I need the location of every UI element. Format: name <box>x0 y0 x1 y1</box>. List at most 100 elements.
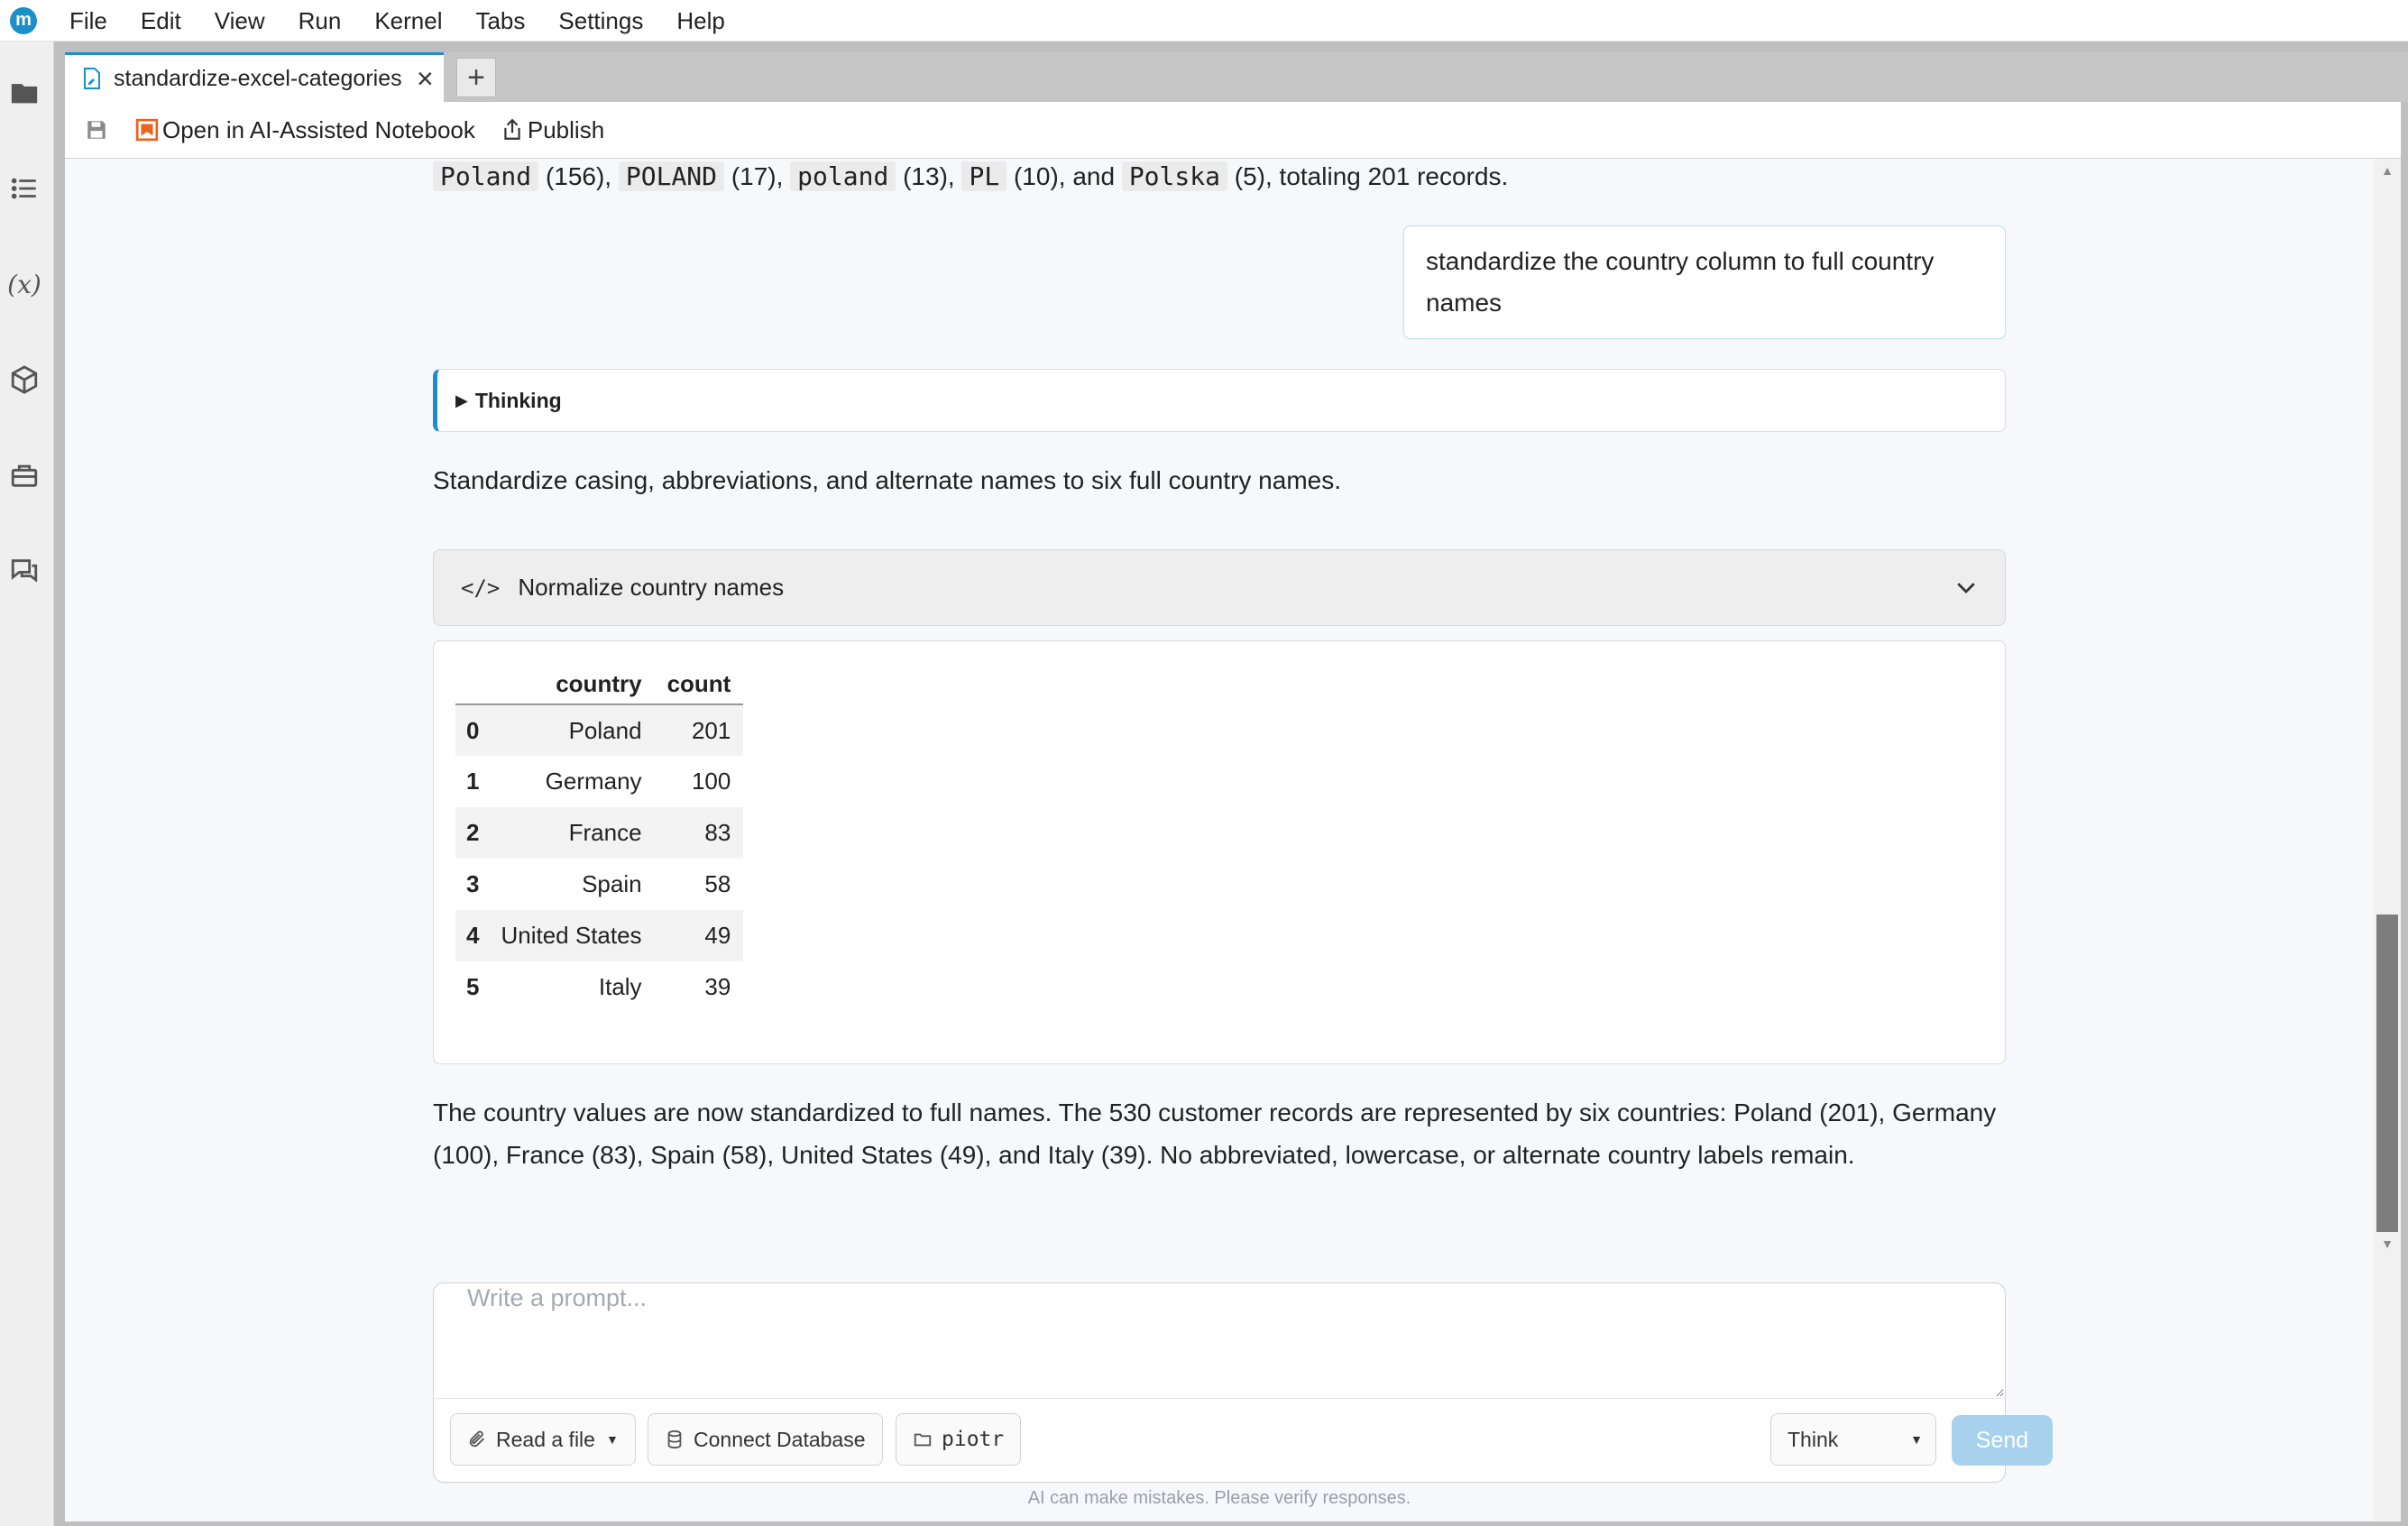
code-value: poland <box>790 161 896 191</box>
database-icon <box>667 1429 682 1449</box>
menu-settings[interactable]: Settings <box>558 0 643 41</box>
thinking-toggle[interactable]: ▶ Thinking <box>433 369 2006 432</box>
menu-view[interactable]: View <box>215 0 265 41</box>
code-cell-header[interactable]: </> Normalize country names <box>433 549 2006 626</box>
list-icon[interactable] <box>7 171 41 206</box>
scroll-thumb[interactable] <box>2376 915 2398 1232</box>
country-cell: Spain <box>582 870 642 897</box>
folder-label: piotr <box>942 1428 1005 1451</box>
user-message-bubble: standardize the country column to full c… <box>1403 225 2006 339</box>
caret-down-icon: ▼ <box>1910 1432 1923 1447</box>
country-cell: France <box>568 819 642 846</box>
index-header <box>455 665 489 705</box>
count-text: (17), <box>731 162 784 190</box>
save-icon[interactable] <box>85 118 108 142</box>
prompt-input[interactable] <box>435 1284 2004 1397</box>
ai-notebook-icon <box>135 118 159 142</box>
country-cell: Germany <box>545 768 642 795</box>
count-text: (10), and <box>1013 162 1116 190</box>
tab-notebook[interactable]: standardize-excel-categories × <box>65 52 444 102</box>
connect-database-label: Connect Database <box>694 1427 866 1451</box>
package-icon[interactable] <box>7 363 41 397</box>
count-cell: 49 <box>704 922 731 949</box>
menu-run[interactable]: Run <box>299 0 342 41</box>
table-row: 3 Spain 58 <box>455 859 743 910</box>
country-cell: Italy <box>598 973 642 1000</box>
app-logo-icon: m <box>10 6 37 34</box>
code-value: PL <box>961 161 1007 191</box>
row-index: 0 <box>466 716 480 744</box>
count-cell: 83 <box>704 819 731 846</box>
code-value: Polska <box>1121 161 1227 191</box>
output-table-card: country count 0 Poland 201 1 Germany 100… <box>433 640 2006 1064</box>
row-index: 2 <box>466 819 480 846</box>
chat-content[interactable]: Poland (156), POLAND (17), poland (13), … <box>65 159 2374 1521</box>
caret-right-icon: ▶ <box>455 391 468 409</box>
publish-button[interactable]: Publish <box>501 116 604 144</box>
mode-label: Think <box>1788 1427 1839 1451</box>
paperclip-icon <box>469 1430 484 1448</box>
menu-help[interactable]: Help <box>676 0 724 41</box>
table-row: 1 Germany 100 <box>455 756 743 807</box>
connect-database-button[interactable]: Connect Database <box>648 1413 883 1466</box>
menu-edit[interactable]: Edit <box>141 0 181 41</box>
count-cell: 201 <box>691 716 731 744</box>
count-cell: 58 <box>704 870 731 897</box>
scroll-up-icon[interactable]: ▲ <box>2374 159 2401 182</box>
table-row: 4 United States 49 <box>455 910 744 961</box>
assistant-message: Standardize casing, abbreviations, and a… <box>433 466 1342 494</box>
prompt-composer: Read a file ▼ Connect Database piotr Thi… <box>433 1282 2053 1483</box>
notebook-icon <box>84 68 100 89</box>
send-button[interactable]: Send <box>1952 1415 2053 1466</box>
variables-icon[interactable]: (x) <box>7 267 41 301</box>
previous-message-line: Poland (156), POLAND (17), poland (13), … <box>433 159 1508 195</box>
count-cell: 39 <box>704 973 731 1000</box>
table-row: 5 Italy 39 <box>455 961 743 1013</box>
row-index: 1 <box>466 768 480 795</box>
composer-divider <box>434 1398 2005 1399</box>
open-ai-notebook-button[interactable]: Open in AI-Assisted Notebook <box>135 116 475 144</box>
tab-bar: standardize-excel-categories × + <box>65 52 2408 102</box>
country-cell: United States <box>501 922 642 949</box>
share-icon <box>504 118 520 140</box>
menu-tabs[interactable]: Tabs <box>475 0 525 41</box>
code-icon: </> <box>461 575 501 601</box>
column-header: country <box>488 665 655 705</box>
menu-file[interactable]: File <box>69 0 107 41</box>
close-icon[interactable]: × <box>417 64 434 93</box>
row-index: 4 <box>466 922 480 949</box>
scroll-down-icon[interactable]: ▼ <box>2374 1232 2401 1255</box>
count-text: (156), <box>545 162 612 190</box>
table-row: 0 Poland 201 <box>455 704 744 756</box>
caret-down-icon: ▼ <box>605 1432 619 1447</box>
read-file-button[interactable]: Read a file ▼ <box>450 1413 636 1466</box>
publish-label: Publish <box>527 115 605 143</box>
table-row: 2 France 83 <box>455 807 744 859</box>
menu-kernel[interactable]: Kernel <box>374 0 442 41</box>
notebook-toolbar: Open in AI-Assisted Notebook Publish <box>65 102 2401 159</box>
folder-icon[interactable] <box>7 76 41 110</box>
folder-open-icon <box>914 1433 932 1447</box>
code-value: POLAND <box>618 161 725 191</box>
column-header: count <box>654 665 744 705</box>
folder-button[interactable]: piotr <box>896 1413 1022 1466</box>
count-text: (5), totaling 201 records. <box>1234 162 1509 190</box>
country-cell: Poland <box>568 716 642 744</box>
add-tab-button[interactable]: + <box>456 58 496 97</box>
menu-bar: m File Edit View Run Kernel Tabs Setting… <box>0 0 2408 41</box>
thinking-label: Thinking <box>474 388 562 412</box>
code-cell-title: Normalize country names <box>518 574 785 601</box>
chat-icon[interactable] <box>7 554 41 588</box>
count-cell: 100 <box>691 768 731 795</box>
count-text: (13), <box>903 162 955 190</box>
row-index: 3 <box>466 870 480 897</box>
chevron-down-icon[interactable] <box>1953 574 1980 601</box>
briefcase-icon[interactable] <box>7 458 41 492</box>
open-ai-notebook-label: Open in AI-Assisted Notebook <box>162 115 475 143</box>
mode-select[interactable]: Think ▼ <box>1770 1413 1936 1466</box>
vertical-scrollbar[interactable]: ▲ ▼ <box>2374 159 2401 1521</box>
row-index: 5 <box>466 973 480 1000</box>
disclaimer-text: AI can make mistakes. Please verify resp… <box>1027 1488 1411 1508</box>
tab-label: standardize-excel-categories <box>114 65 402 91</box>
left-sidebar: (x) <box>0 41 54 1526</box>
